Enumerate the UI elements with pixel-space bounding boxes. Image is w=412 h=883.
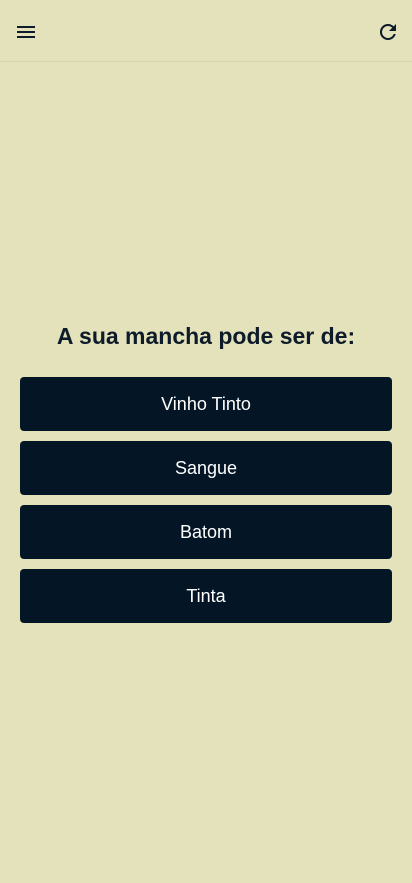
refresh-icon	[379, 23, 396, 40]
option-sangue-button[interactable]: Sangue	[20, 441, 392, 495]
hamburger-menu-icon	[17, 26, 35, 38]
menu-button[interactable]	[10, 16, 42, 48]
top-app-bar	[0, 0, 412, 62]
quiz-question: A sua mancha pode ser de:	[56, 323, 356, 349]
refresh-button[interactable]	[372, 16, 404, 48]
answer-options: Vinho Tinto Sangue Batom Tinta	[20, 377, 392, 633]
option-vinho-tinto-button[interactable]: Vinho Tinto	[20, 377, 392, 431]
option-batom-button[interactable]: Batom	[20, 505, 392, 559]
option-tinta-button[interactable]: Tinta	[20, 569, 392, 623]
